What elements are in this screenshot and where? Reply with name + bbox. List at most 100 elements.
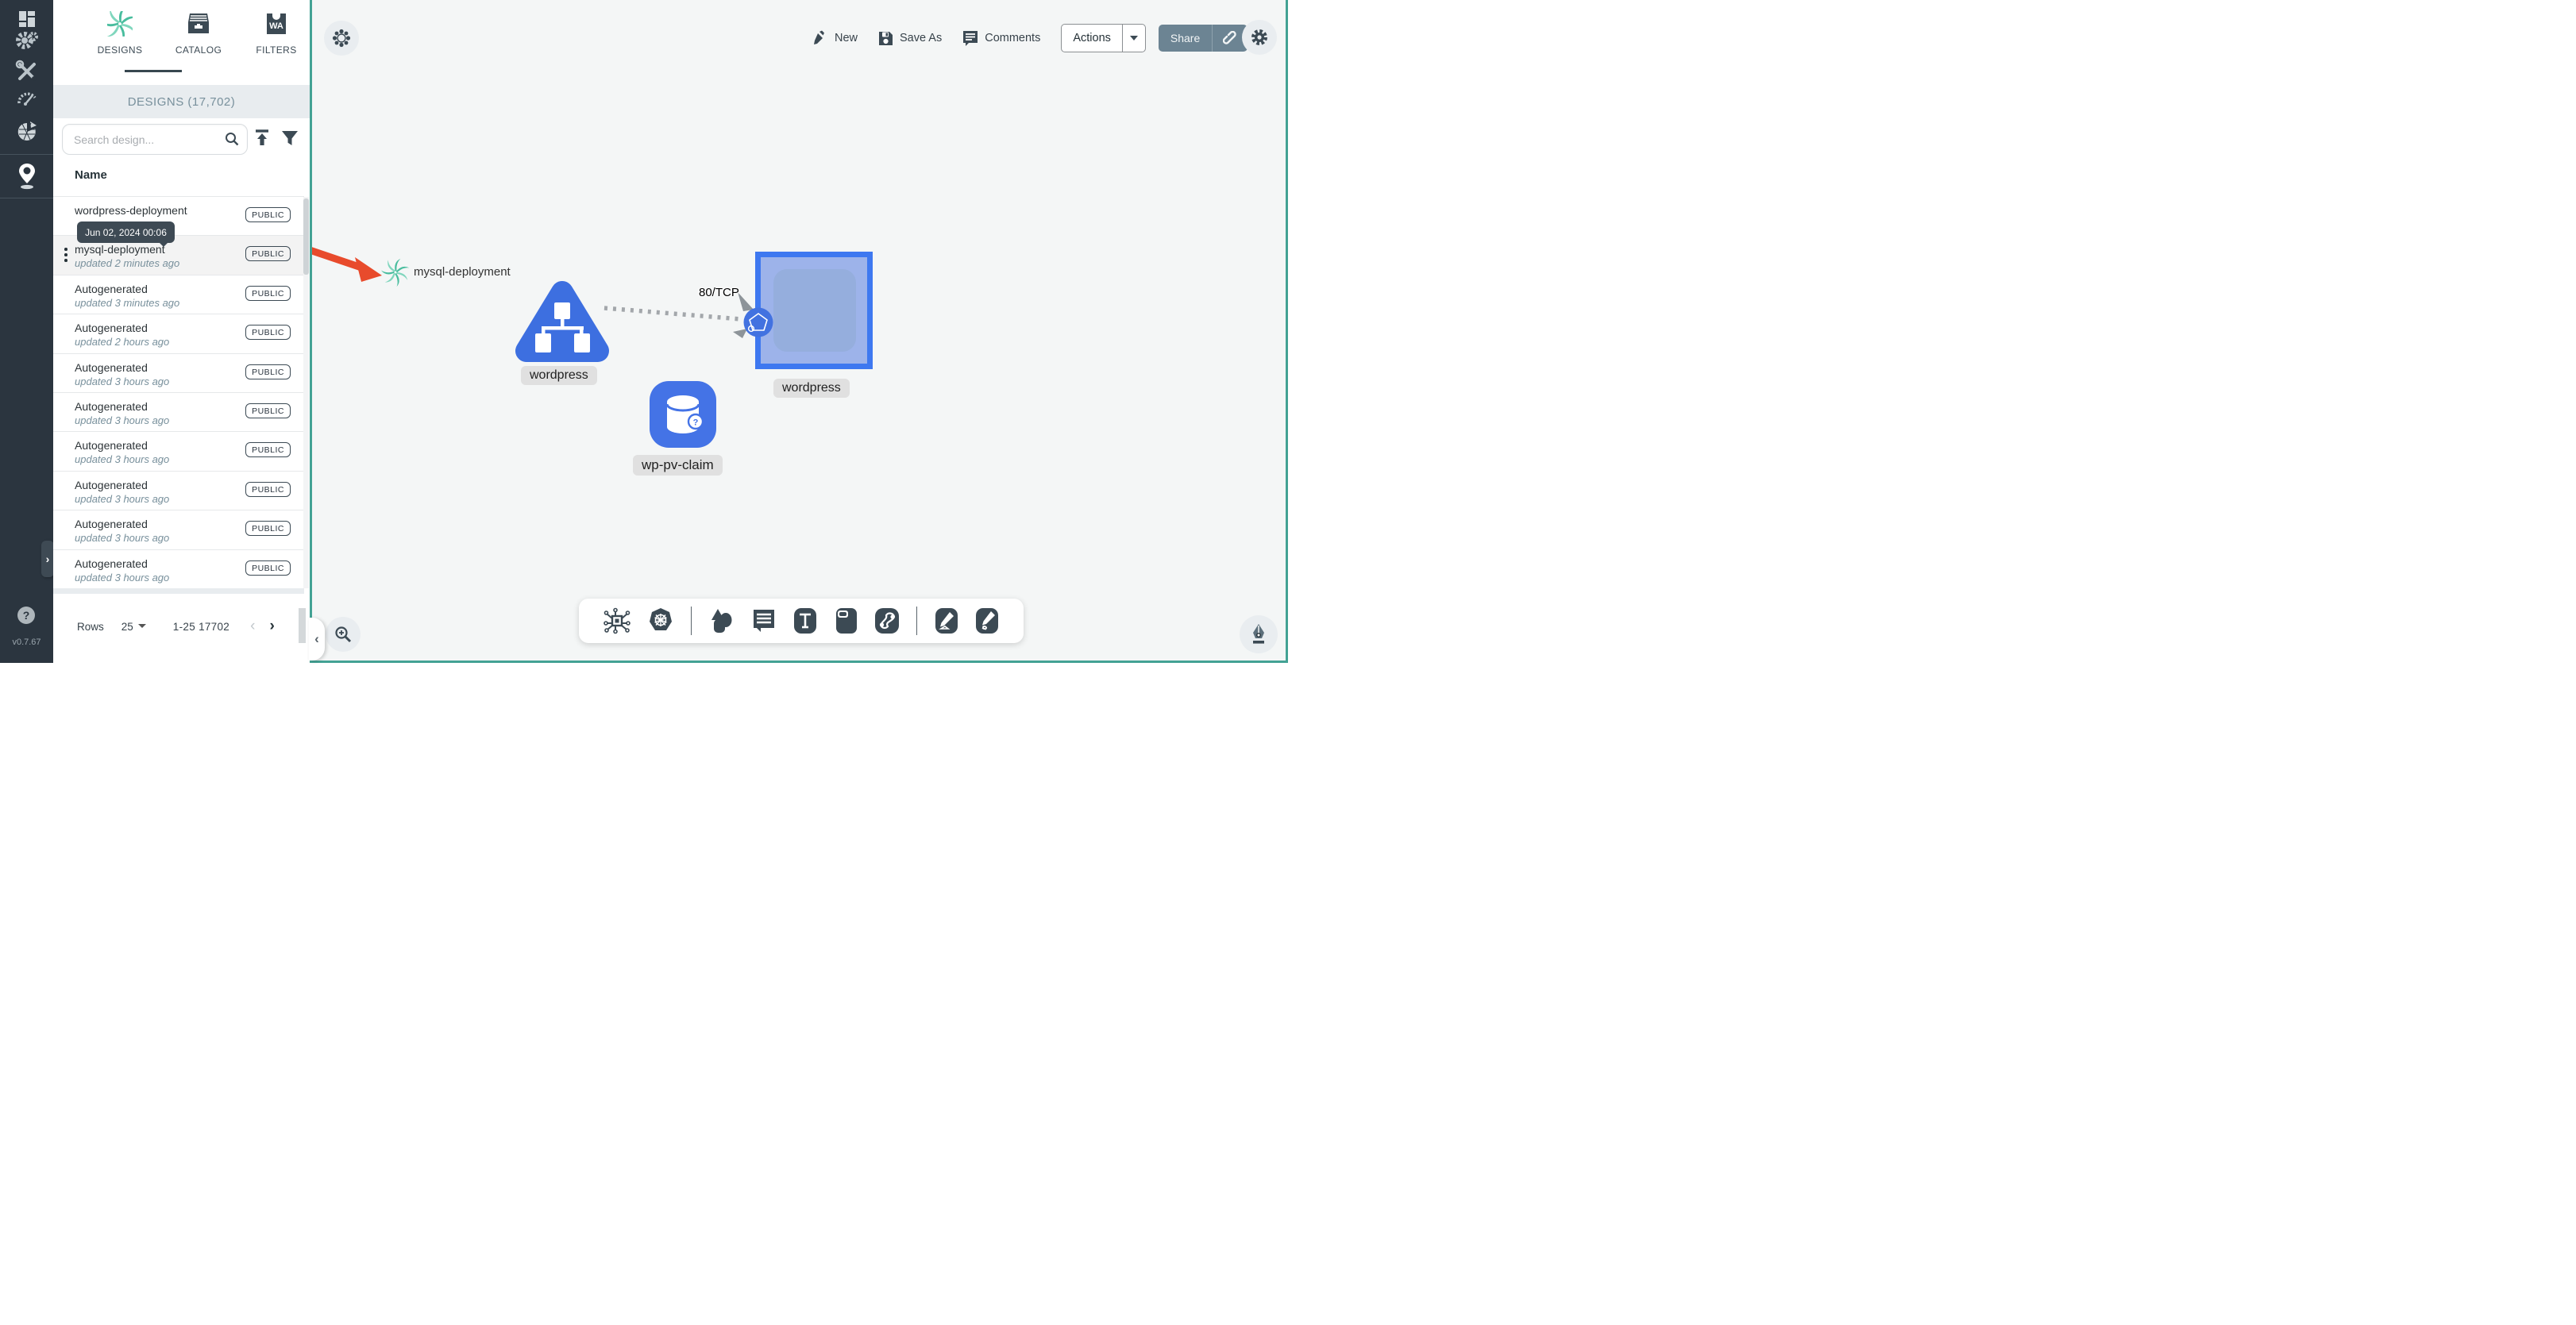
performance-gauge-icon <box>17 92 36 106</box>
tab-filters-label: FILTERS <box>256 44 297 56</box>
settings-button[interactable] <box>1242 20 1277 55</box>
actions-dropdown-arrow[interactable] <box>1121 25 1145 52</box>
kubernetes-tool-icon[interactable] <box>647 607 674 634</box>
design-name: Autogenerated <box>75 360 148 374</box>
search-icon[interactable] <box>224 131 240 147</box>
visibility-badge: PUBLIC <box>245 285 291 301</box>
mysql-design-icon[interactable] <box>380 258 410 287</box>
panel-tabs: DESIGNS CATALOG WA FILTERS <box>53 0 310 85</box>
cluster-flower-button[interactable] <box>324 21 359 56</box>
node-label-wordpress-service: wordpress <box>521 366 597 385</box>
search-input[interactable] <box>72 125 218 153</box>
help-button[interactable]: ? <box>17 607 35 624</box>
node-wordpress-service[interactable] <box>515 281 609 362</box>
row-menu-icon[interactable] <box>64 248 69 264</box>
active-tab-underline <box>125 70 182 72</box>
share-split-button[interactable]: Share <box>1158 25 1248 52</box>
design-list-row[interactable]: Autogenerated updated 3 hours ago PUBLIC <box>53 510 304 550</box>
rows-per-page-value[interactable]: 25 <box>121 621 133 633</box>
design-updated: updated 3 hours ago <box>75 375 170 387</box>
design-list-row[interactable]: Autogenerated updated 3 hours ago PUBLIC <box>53 432 304 472</box>
save-floppy-icon <box>879 31 893 45</box>
gear-icon <box>1251 29 1267 45</box>
pen-nib-icon <box>1253 624 1264 644</box>
extensions-mesh-icon <box>17 121 37 141</box>
design-list-row[interactable]: Autogenerated updated 3 hours ago PUBLIC <box>53 549 304 589</box>
app-sidebar: › ? v0.7.67 <box>0 0 54 663</box>
save-as-button[interactable]: Save As <box>878 31 942 46</box>
actions-split-button[interactable]: Actions <box>1061 24 1146 52</box>
updated-date-tooltip: Jun 02, 2024 00:06 <box>77 221 175 247</box>
meshery-spiral-icon <box>85 8 155 40</box>
column-header-name[interactable]: Name <box>75 168 107 182</box>
panel-expand-chevron[interactable]: › <box>41 541 54 577</box>
visibility-badge: PUBLIC <box>245 364 291 379</box>
design-list-row[interactable]: Autogenerated updated 3 minutes ago PUBLIC <box>53 275 304 315</box>
doodle-pencil-tool-icon[interactable] <box>975 607 999 634</box>
design-list-row[interactable]: Autogenerated updated 2 hours ago PUBLIC <box>53 314 304 354</box>
design-list-row[interactable]: Autogenerated updated 3 hours ago PUBLIC <box>53 392 304 433</box>
design-updated: updated 3 hours ago <box>75 571 170 584</box>
comments-label: Comments <box>985 32 1041 44</box>
edit-pen-tool-icon[interactable] <box>935 607 958 634</box>
design-list-row[interactable]: Autogenerated updated 3 hours ago PUBLIC <box>53 471 304 511</box>
zoom-in-button[interactable] <box>326 617 361 652</box>
edge-port-label: 80/TCP <box>699 286 739 299</box>
new-button[interactable]: New <box>812 30 858 46</box>
share-label: Share <box>1170 32 1201 44</box>
design-updated: updated 2 minutes ago <box>75 257 180 270</box>
design-name: Autogenerated <box>75 282 148 295</box>
service-edge[interactable] <box>604 306 742 322</box>
visibility-badge: PUBLIC <box>245 325 291 341</box>
visibility-badge: PUBLIC <box>245 442 291 458</box>
tab-catalog-label: CATALOG <box>175 44 222 56</box>
design-name: Autogenerated <box>75 439 148 453</box>
canvas-shapes: ? <box>312 247 873 448</box>
text-tool-icon[interactable] <box>793 607 817 634</box>
prev-page-button[interactable]: ‹ <box>250 618 255 635</box>
design-name: Autogenerated <box>75 399 148 413</box>
tab-catalog[interactable]: CATALOG <box>164 8 233 56</box>
comments-button[interactable]: Comments <box>962 30 1040 46</box>
canvas-tools-toolbar <box>579 599 1024 643</box>
design-updated: updated 3 hours ago <box>75 532 170 545</box>
tab-designs[interactable]: DESIGNS <box>85 8 155 56</box>
next-page-button[interactable]: › <box>269 618 274 635</box>
rows-per-page-caret-icon[interactable] <box>137 624 146 632</box>
sidebar-item-extensions[interactable] <box>0 114 53 148</box>
component-tool-icon[interactable] <box>604 607 631 634</box>
visibility-badge: PUBLIC <box>245 246 291 262</box>
designs-count-header: DESIGNS (17,702) <box>53 85 310 118</box>
list-scrollbar-thumb[interactable] <box>303 198 309 275</box>
design-list-row[interactable]: Autogenerated updated 3 hours ago PUBLIC <box>53 353 304 393</box>
zoom-in-icon <box>335 626 352 643</box>
filter-funnel-icon[interactable] <box>280 129 299 148</box>
node-wordpress-deployment[interactable] <box>755 252 873 369</box>
design-updated: updated 3 hours ago <box>75 414 170 426</box>
app-version: v0.7.67 <box>12 637 41 647</box>
link-tool-icon[interactable] <box>874 607 900 634</box>
visibility-badge: PUBLIC <box>245 481 291 497</box>
tab-filters[interactable]: WA FILTERS <box>241 8 311 56</box>
shapes-tool-icon[interactable] <box>709 607 735 634</box>
sidebar-item-kanvas[interactable] <box>0 159 53 194</box>
filters-wasm-icon: WA <box>241 8 311 40</box>
edge-label-leader <box>738 292 754 311</box>
new-pencil-icon <box>814 30 824 44</box>
annotation-tool-icon[interactable] <box>751 608 777 634</box>
import-design-icon[interactable] <box>253 129 271 148</box>
design-name: mysql-deployment <box>75 243 165 256</box>
catalog-drawer-icon <box>164 8 233 40</box>
panel-collapse-handle[interactable]: ‹ <box>309 618 325 661</box>
rectangle-tool-icon[interactable] <box>834 607 858 634</box>
panel-scrollbar-thumb[interactable] <box>299 608 306 643</box>
visibility-badge: PUBLIC <box>245 560 291 576</box>
sidebar-item-performance[interactable] <box>0 80 53 115</box>
visibility-badge: PUBLIC <box>245 207 291 222</box>
node-wp-pv-claim[interactable]: ? <box>650 381 716 448</box>
comments-icon <box>963 31 978 46</box>
kanvas-pin-icon <box>18 164 35 190</box>
design-canvas[interactable]: ? wordpress wordpress wp-pv-claim mysql-… <box>309 0 1288 663</box>
pen-mode-button[interactable] <box>1240 615 1278 653</box>
service-port-badge[interactable] <box>743 307 773 337</box>
